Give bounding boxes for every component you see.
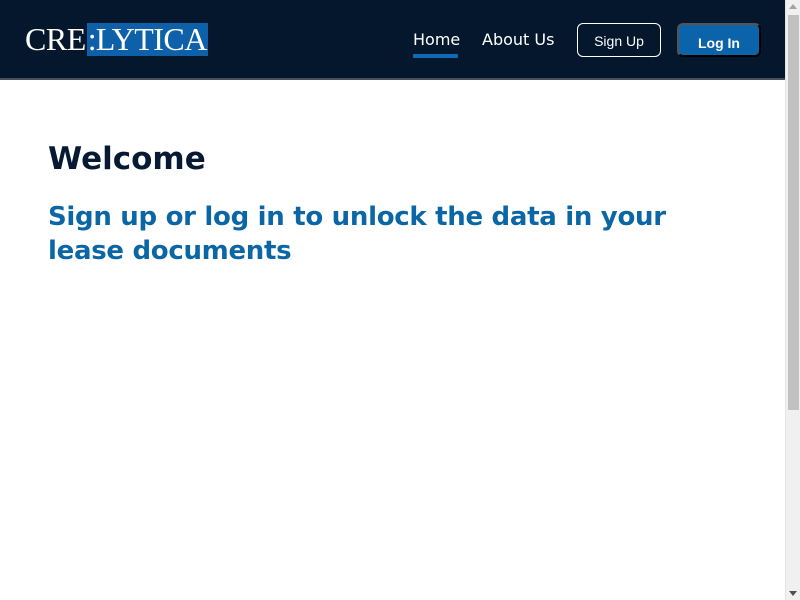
nav-home-link[interactable]: Home	[413, 30, 460, 50]
logo-separator: :	[87, 21, 97, 57]
crelytica-logo[interactable]: CRE :LYTICA	[25, 23, 208, 56]
logo-text-right-block: :LYTICA	[86, 21, 208, 57]
logo-text-right: LYTICA	[95, 21, 208, 57]
page-subtitle: Sign up or log in to unlock the data in …	[48, 202, 666, 266]
vertical-scrollbar[interactable]	[785, 0, 800, 600]
scroll-up-arrow-icon[interactable]	[789, 4, 797, 9]
sign-up-button[interactable]: Sign Up	[577, 23, 661, 57]
logo-text-left: CRE	[25, 21, 86, 57]
scroll-down-arrow-icon[interactable]	[789, 591, 797, 596]
active-nav-indicator	[413, 54, 458, 58]
page-title: Welcome	[48, 141, 206, 177]
scrollbar-thumb[interactable]	[788, 15, 799, 410]
nav-about-us-link[interactable]: About Us	[482, 30, 554, 50]
top-navigation-bar: CRE :LYTICA Home About Us Sign Up Log In	[0, 0, 785, 80]
page: CRE :LYTICA Home About Us Sign Up Log In…	[0, 0, 800, 600]
log-in-button[interactable]: Log In	[677, 23, 761, 57]
